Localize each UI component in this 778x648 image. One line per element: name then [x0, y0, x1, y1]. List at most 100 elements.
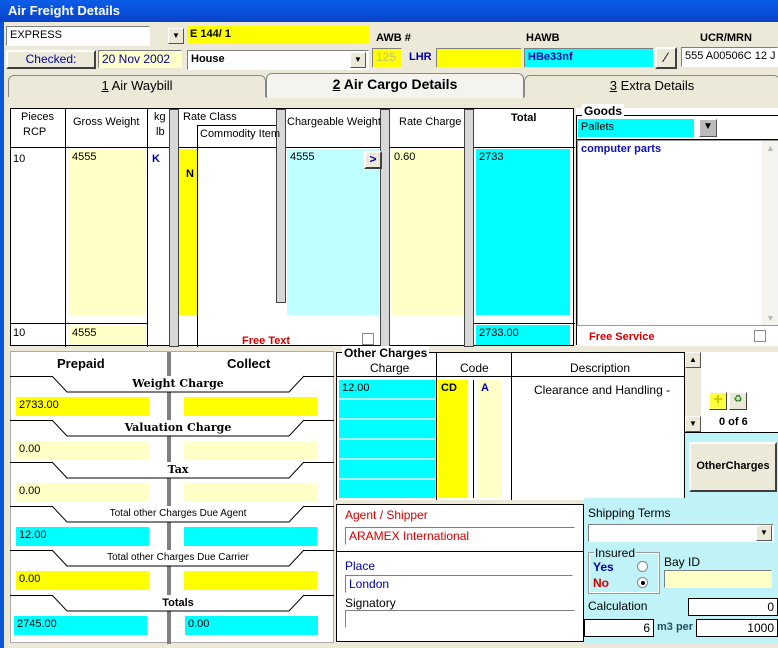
insured-no-label: No: [593, 576, 609, 590]
signatory-field[interactable]: [345, 610, 575, 628]
checked-button[interactable]: Checked:: [6, 50, 96, 69]
shipping-terms-select[interactable]: [588, 524, 774, 542]
rcp-header: RCP: [23, 126, 47, 138]
weight-unit-cell[interactable]: K: [152, 153, 160, 165]
total-cell[interactable]: 2733: [476, 149, 570, 315]
m3-field[interactable]: 6: [584, 619, 654, 637]
other-charge-party[interactable]: A: [478, 380, 502, 498]
insured-no-radio[interactable]: [637, 577, 648, 588]
other-charge-code[interactable]: CD: [438, 380, 468, 498]
free-service-label: Free Service: [589, 331, 655, 343]
scroll-up-icon[interactable]: ▲: [762, 143, 778, 153]
column-splitter[interactable]: [464, 109, 474, 347]
collect-field[interactable]: 0.00: [185, 616, 318, 635]
agent-field[interactable]: ARAMEX International: [345, 527, 575, 545]
place-label: Place: [345, 559, 376, 573]
tab-air-cargo-details[interactable]: 2 Air Cargo Details: [266, 73, 524, 98]
reference-field[interactable]: E 144/ 1: [187, 26, 369, 44]
shipping-terms-label: Shipping Terms: [588, 506, 671, 520]
total-pieces: 10: [13, 327, 26, 339]
ucr-field[interactable]: 555 A00506C 12 J: [681, 47, 778, 67]
checked-date-field[interactable]: 20 Nov 2002: [98, 50, 182, 68]
goods-description[interactable]: computer parts: [577, 140, 778, 326]
section-label: Totals: [162, 597, 194, 609]
other-charges-scrollbar[interactable]: ▲ ▼: [685, 352, 701, 432]
tab-extra-details[interactable]: 3 Extra Details: [524, 75, 778, 97]
other-charges-button[interactable]: OtherCharges: [689, 442, 777, 492]
kg-header: kg: [154, 111, 166, 123]
other-charge-amount[interactable]: 12.00: [339, 380, 435, 498]
tab-air-waybill[interactable]: 1 Air Waybill: [8, 75, 266, 97]
goods-type-select[interactable]: Pallets: [578, 119, 694, 137]
prepaid-field[interactable]: 2745.00: [14, 616, 147, 635]
goods-label: Goods: [582, 104, 624, 118]
awb-label: AWB #: [376, 32, 411, 44]
free-text-label: Free Text: [242, 335, 291, 347]
hawb-label: HAWB: [526, 32, 560, 44]
code-header: Code: [460, 361, 489, 375]
prepaid-field[interactable]: 2733.00: [16, 397, 149, 416]
scroll-down-icon[interactable]: ▼: [685, 416, 701, 432]
rate-class-cell[interactable]: N: [179, 149, 197, 315]
section-label: Total other Charges Due Agent: [109, 508, 247, 519]
total-gross-weight: 4555: [69, 325, 145, 345]
cargo-table: Pieces RCP Gross Weight kg lb Rate Class…: [10, 108, 575, 347]
awb-prefix-field[interactable]: 125: [372, 48, 402, 68]
place-field[interactable]: London: [345, 575, 573, 593]
collect-field[interactable]: [184, 527, 317, 546]
awb-type-dropdown-icon[interactable]: ▼: [350, 52, 366, 68]
lb-header: lb: [156, 126, 165, 138]
description-header: Description: [570, 361, 631, 375]
collect-field[interactable]: [184, 571, 317, 590]
shipping-terms-dropdown-icon[interactable]: ▼: [756, 525, 772, 541]
insured-yes-radio[interactable]: [637, 561, 648, 572]
scroll-up-icon[interactable]: ▲: [685, 352, 701, 368]
free-service-checkbox[interactable]: [754, 330, 766, 342]
hawb-field[interactable]: HBe33nf: [524, 48, 654, 68]
charge-header: Charge: [370, 361, 410, 375]
scroll-down-icon[interactable]: ▼: [762, 313, 778, 323]
section-label: Weight Charge: [132, 377, 224, 390]
gross-weight-header: Gross Weight: [73, 116, 140, 128]
per-field[interactable]: 1000: [696, 619, 778, 637]
collect-field[interactable]: [184, 483, 317, 502]
prepaid-field[interactable]: 0.00: [16, 483, 149, 502]
goods-panel: Goods Pallets ▼ computer parts ▲ ▼ Free …: [576, 104, 778, 346]
bay-id-field[interactable]: [664, 570, 772, 588]
section-label: Tax: [167, 463, 189, 476]
chevron-right-icon[interactable]: >: [364, 151, 382, 169]
prepaid-field[interactable]: 12.00: [16, 527, 149, 546]
service-type-dropdown-icon[interactable]: ▼: [168, 28, 184, 44]
other-charges-label: Other Charges: [342, 346, 430, 360]
calculation-label: Calculation: [588, 599, 648, 613]
column-splitter[interactable]: [169, 109, 179, 347]
edit-pencil-icon[interactable]: ⁄: [655, 47, 677, 69]
collect-field[interactable]: [184, 441, 317, 460]
gross-weight-cell[interactable]: 4555: [69, 149, 145, 315]
tab-extra-details-label: Extra Details: [616, 78, 695, 93]
tab-extra-details-num: 3: [609, 78, 617, 93]
add-charge-icon[interactable]: +: [709, 392, 727, 410]
awb-type-select[interactable]: House: [187, 50, 369, 70]
pieces-cell[interactable]: 10: [13, 153, 25, 165]
agent-label: Agent / Shipper: [345, 508, 428, 522]
insured-yes-label: Yes: [593, 560, 614, 574]
prepaid-field[interactable]: 0.00: [16, 571, 149, 590]
other-charges-counter: 0 of 6: [719, 416, 748, 428]
calculation-field[interactable]: 0: [688, 598, 778, 616]
section-label: Valuation Charge: [124, 421, 232, 434]
collect-field[interactable]: [184, 397, 317, 416]
prepaid-field[interactable]: 0.00: [16, 441, 149, 460]
recycle-bin-icon[interactable]: ♻: [729, 392, 747, 410]
goods-type-dropdown-icon[interactable]: ▼: [699, 119, 717, 137]
service-type-select[interactable]: EXPRESS: [6, 26, 150, 46]
grand-total: 2733.00: [476, 325, 570, 345]
shipping-panel: Shipping Terms ▼ Insured Yes No Bay ID C…: [584, 498, 778, 644]
column-splitter[interactable]: [380, 109, 390, 347]
collect-header: Collect: [227, 356, 271, 371]
rate-charge-cell[interactable]: 0.60: [391, 149, 463, 315]
chargeable-weight-cell[interactable]: 4555: [287, 149, 379, 315]
free-text-checkbox[interactable]: [362, 333, 374, 345]
goods-scrollbar[interactable]: ▲ ▼: [762, 141, 778, 325]
awb-number-field[interactable]: [436, 48, 522, 68]
